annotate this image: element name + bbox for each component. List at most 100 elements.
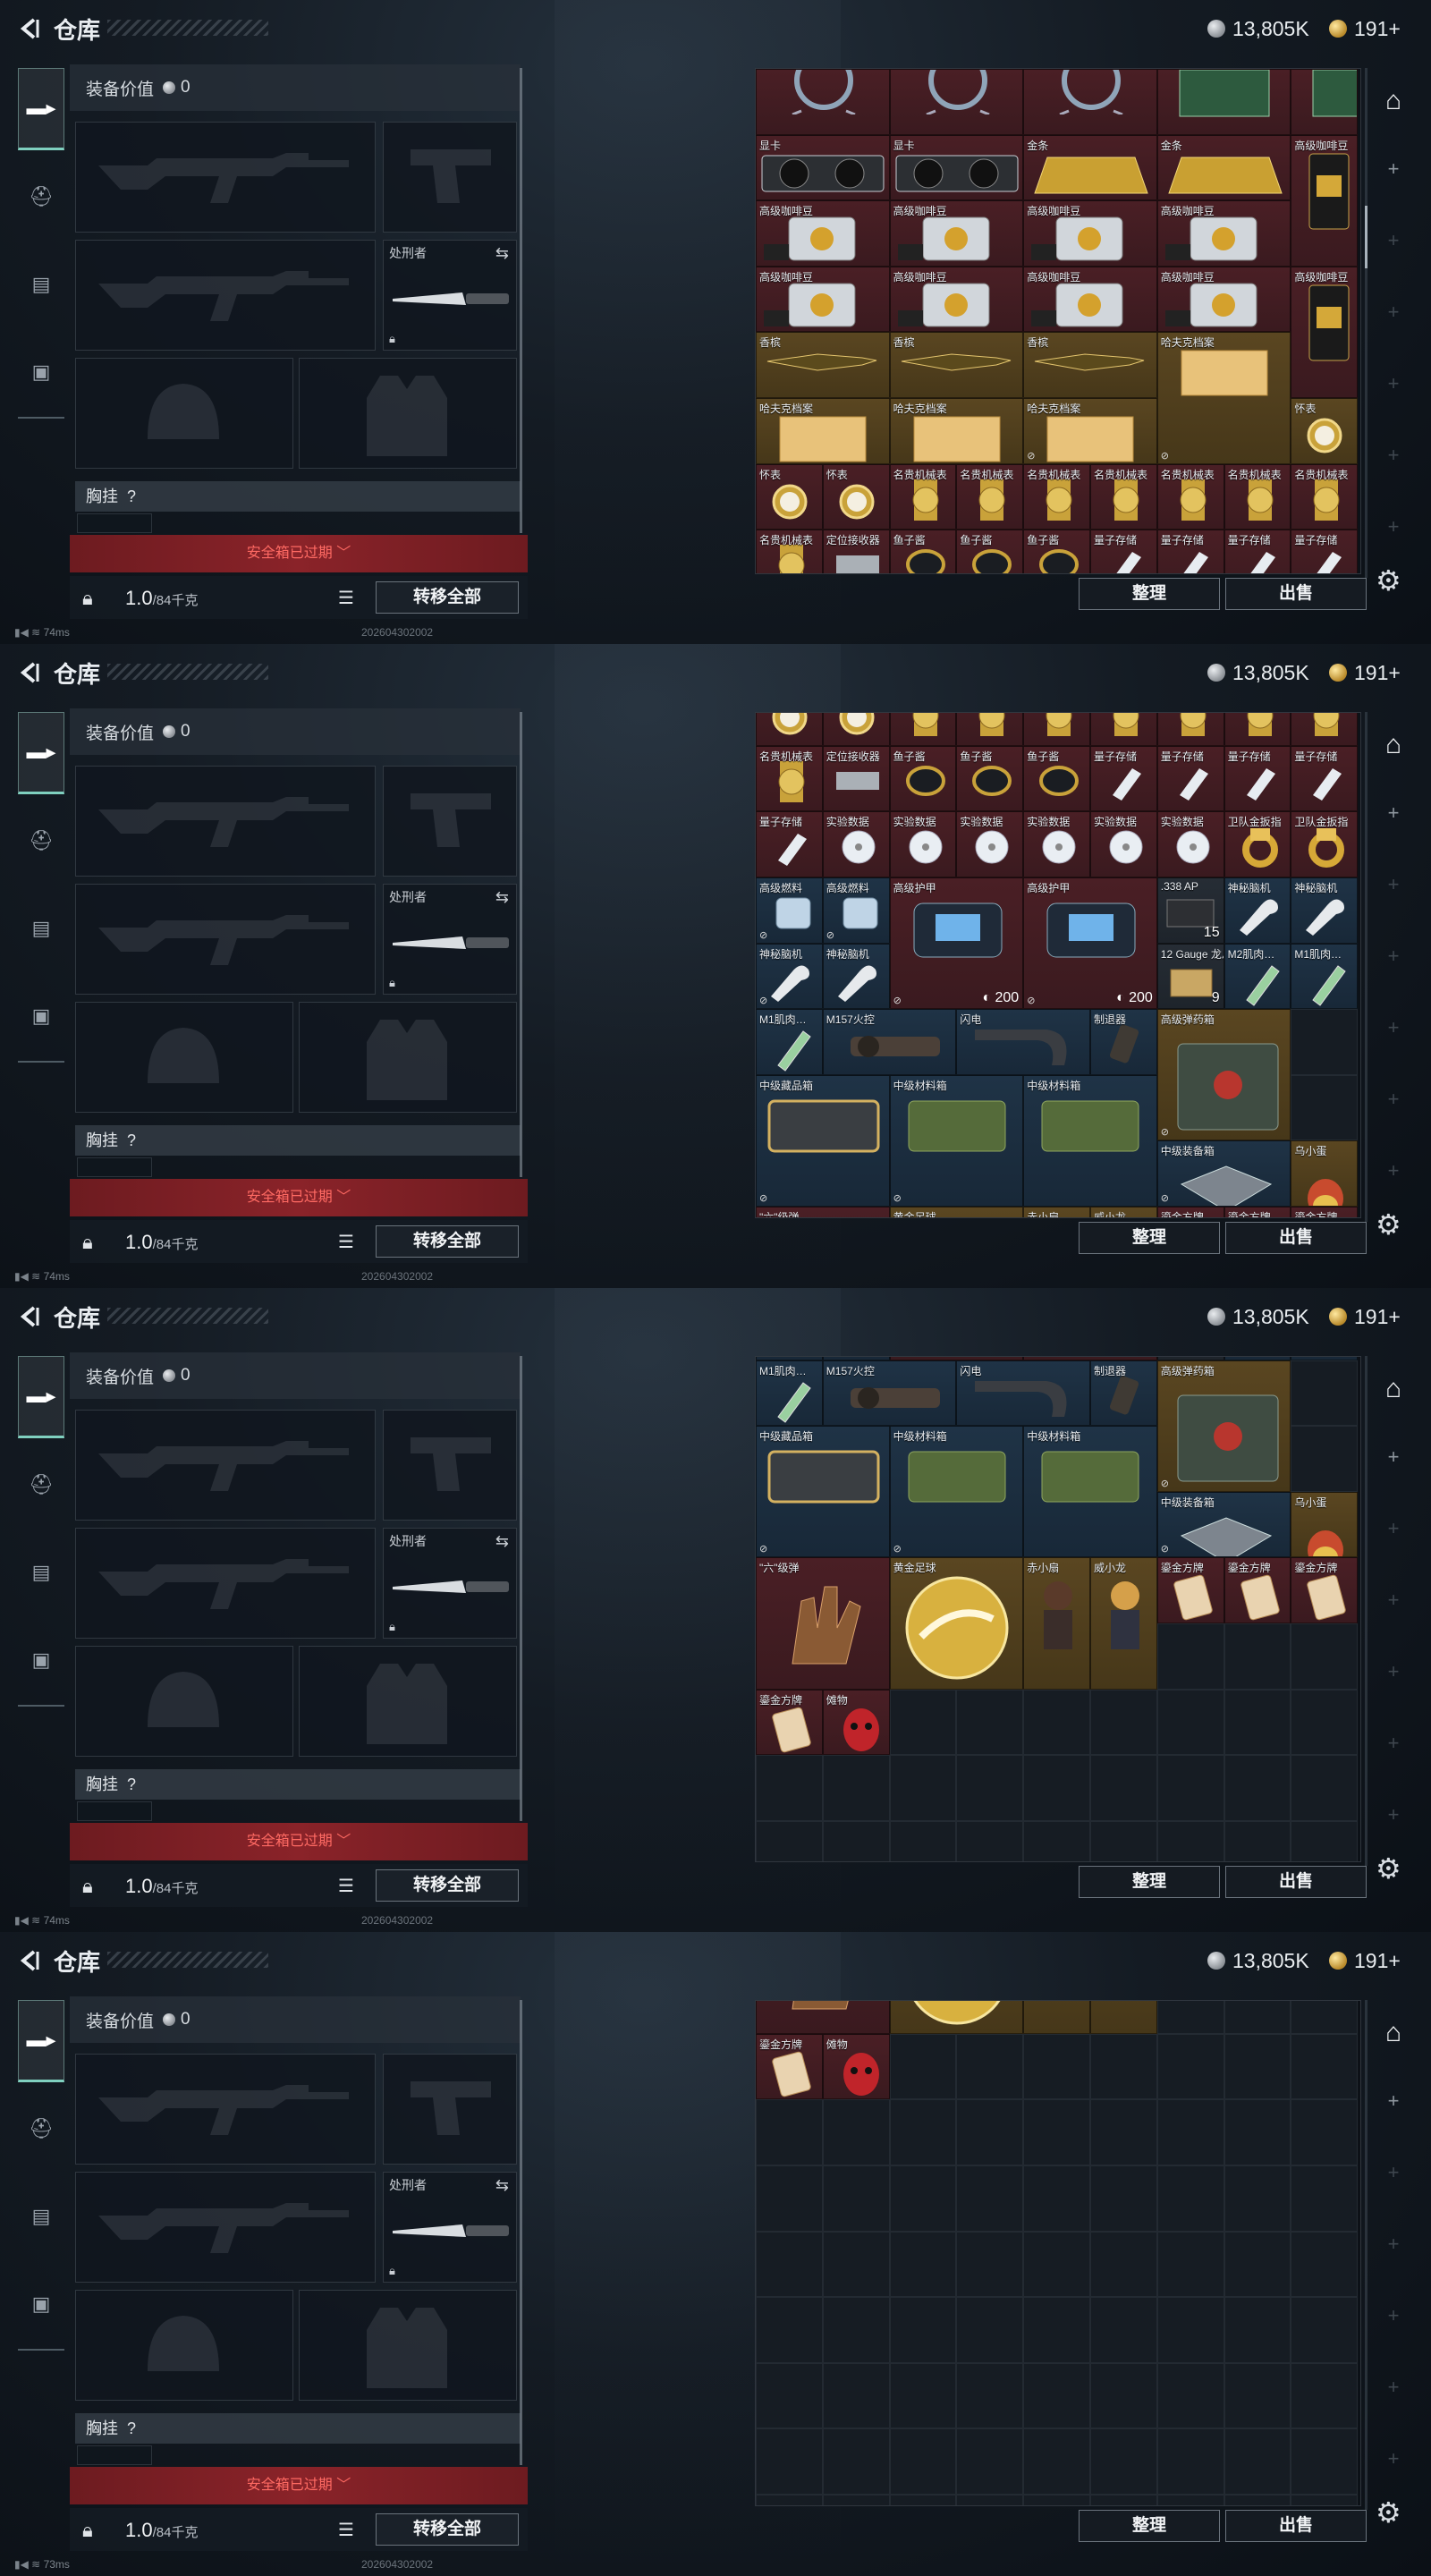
inventory-item[interactable]: 高级燃料 ⊘ <box>756 877 823 944</box>
inventory-item[interactable]: 鱼子酱 <box>889 745 957 812</box>
empty-cell[interactable] <box>1023 2099 1090 2165</box>
empty-cell[interactable] <box>1023 2428 1090 2495</box>
empty-cell[interactable] <box>889 2231 957 2298</box>
inventory-item[interactable]: 赤小扇 <box>1023 1557 1090 1690</box>
pistol-slot[interactable] <box>383 1410 517 1521</box>
silver-currency[interactable]: 13,805K <box>1207 1302 1309 1331</box>
safebox-expired-bar[interactable]: 安全箱已过期 ﹀ <box>70 535 528 572</box>
empty-cell[interactable] <box>1090 2099 1157 2165</box>
inventory-item[interactable]: 名贵机械表 <box>1224 463 1291 530</box>
empty-cell[interactable] <box>889 2297 957 2363</box>
add-icon[interactable]: + <box>1374 1445 1413 1469</box>
inventory-item[interactable]: 高级咖啡豆 <box>889 266 1024 333</box>
inventory-item[interactable]: 高级咖啡豆 <box>1291 134 1359 267</box>
tab-armor[interactable]: ⛑ <box>18 156 64 238</box>
gold-currency[interactable]: 191+ <box>1329 658 1401 687</box>
empty-cell[interactable] <box>1291 2362 1359 2429</box>
sort-button[interactable]: 整理 <box>1079 578 1220 610</box>
empty-cell[interactable] <box>1291 2428 1359 2495</box>
add-icon[interactable]: + <box>1374 1159 1413 1182</box>
inventory-item[interactable]: 高级护甲 ◐ 200 ⊘ <box>1023 877 1157 1010</box>
inventory-item[interactable]: 香槟 <box>1023 332 1157 398</box>
inventory-item[interactable]: 定位接收器 <box>822 745 890 812</box>
inventory-item[interactable]: 显卡 <box>889 134 1024 201</box>
empty-cell[interactable] <box>756 2165 823 2232</box>
melee-slot[interactable]: 处刑者 ⇆ 🔒︎ <box>383 2172 517 2283</box>
inventory-item[interactable]: 名贵机械表 <box>956 463 1024 530</box>
empty-cell[interactable] <box>1156 2362 1224 2429</box>
inventory-item[interactable]: 鎏金方牌 <box>1156 1557 1224 1624</box>
inventory-item[interactable] <box>756 69 890 135</box>
list-icon[interactable]: ☰ <box>338 1231 354 1253</box>
back-button[interactable] <box>14 1302 43 1331</box>
inventory-item[interactable]: M1肌肉… <box>756 1009 823 1075</box>
empty-cell[interactable] <box>889 2165 957 2232</box>
empty-cell[interactable] <box>822 2231 890 2298</box>
back-button[interactable] <box>14 14 43 43</box>
tab-armor[interactable]: ⛑ <box>18 1444 64 1526</box>
empty-cell[interactable] <box>756 1820 823 1861</box>
inventory-item[interactable]: 中级藏品箱 ⊘ <box>756 1074 890 1207</box>
inventory-item[interactable]: 乌小蛋 <box>1291 1491 1359 1558</box>
inventory-item[interactable] <box>1291 69 1359 135</box>
chest-rig-bar[interactable]: 胸挂 ? <box>75 481 521 512</box>
inventory-item[interactable]: 实验数据 <box>956 811 1024 877</box>
inventory-item[interactable]: 哈夫克档案 ⊘ <box>1023 398 1157 464</box>
inventory-item[interactable]: 赤小扇 <box>1023 2001 1090 2034</box>
inventory-item[interactable]: 黄金足球 <box>889 1207 1024 1217</box>
empty-cell[interactable] <box>1224 1755 1291 1821</box>
tab-case[interactable]: ▣ <box>18 975 64 1057</box>
empty-cell[interactable] <box>756 2428 823 2495</box>
tab-case[interactable]: ▣ <box>18 2263 64 2345</box>
inventory-item[interactable]: 鱼子酱 <box>1023 745 1090 812</box>
inventory-item[interactable]: 傩物 <box>822 1689 890 1756</box>
warehouse-icon[interactable]: ⌂ <box>1374 730 1413 760</box>
inventory-item[interactable]: 量子存储 <box>1090 745 1157 812</box>
inventory-item[interactable]: 神秘脑机 <box>822 943 890 1010</box>
inventory-item[interactable]: 名贵机械表 <box>1156 713 1224 746</box>
add-icon[interactable]: + <box>1374 2447 1413 2470</box>
swap-icon[interactable]: ⇆ <box>495 2176 509 2195</box>
inventory-item[interactable]: 名贵机械表 <box>1090 713 1157 746</box>
secondary-weapon-slot[interactable] <box>75 2172 376 2283</box>
settings-gear-icon[interactable]: ⚙ <box>1376 1208 1401 1241</box>
silver-currency[interactable]: 13,805K <box>1207 1946 1309 1975</box>
empty-cell[interactable] <box>1156 1820 1224 1861</box>
weight-lock-icon[interactable]: 🔒︎ <box>82 1875 93 1898</box>
inventory-item[interactable]: 鱼子酱 <box>889 530 957 573</box>
tab-backpack[interactable]: ▤ <box>18 887 64 970</box>
inventory-item[interactable]: 哈夫克档案 ⊘ <box>1156 332 1291 464</box>
settings-gear-icon[interactable]: ⚙ <box>1376 2496 1401 2529</box>
empty-cell[interactable] <box>956 2495 1024 2505</box>
pistol-slot[interactable] <box>383 766 517 877</box>
melee-slot[interactable]: 处刑者 ⇆ 🔒︎ <box>383 1528 517 1639</box>
empty-cell[interactable] <box>1090 2165 1157 2232</box>
inventory-item[interactable]: 闪电 <box>956 1009 1090 1075</box>
empty-cell[interactable] <box>1224 2001 1291 2034</box>
empty-cell[interactable] <box>1291 1755 1359 1821</box>
chest-rig-bar[interactable]: 胸挂 ? <box>75 2413 521 2444</box>
empty-cell[interactable] <box>1224 2099 1291 2165</box>
add-icon[interactable]: + <box>1374 444 1413 467</box>
sell-button[interactable]: 出售 <box>1225 578 1367 610</box>
sort-button[interactable]: 整理 <box>1079 2510 1220 2542</box>
empty-cell[interactable] <box>1023 1820 1090 1861</box>
armor-slot[interactable] <box>299 1646 517 1757</box>
swap-icon[interactable]: ⇆ <box>495 888 509 907</box>
primary-weapon-slot[interactable] <box>75 2054 376 2165</box>
empty-cell[interactable] <box>956 2165 1024 2232</box>
empty-cell[interactable] <box>1156 2428 1224 2495</box>
empty-cell[interactable] <box>1090 1689 1157 1756</box>
inventory-item[interactable]: 黄金足球 <box>889 2001 1024 2034</box>
inventory-item[interactable]: 神秘脑机 <box>1291 877 1359 944</box>
inventory-item[interactable]: 中级材料箱 <box>1023 1074 1157 1207</box>
inventory-item[interactable]: 名贵机械表 <box>956 713 1024 746</box>
empty-cell[interactable] <box>956 2297 1024 2363</box>
add-icon[interactable]: + <box>1374 1517 1413 1540</box>
inventory-item[interactable]: 高级弹药箱 ⊘ <box>1156 1360 1291 1492</box>
inventory-item[interactable] <box>1023 69 1157 135</box>
sort-button[interactable]: 整理 <box>1079 1222 1220 1254</box>
inventory-item[interactable]: 中级材料箱 ⊘ <box>889 1426 1024 1558</box>
inventory-item[interactable]: 乌小蛋 <box>1291 1140 1359 1207</box>
empty-cell[interactable] <box>889 2099 957 2165</box>
